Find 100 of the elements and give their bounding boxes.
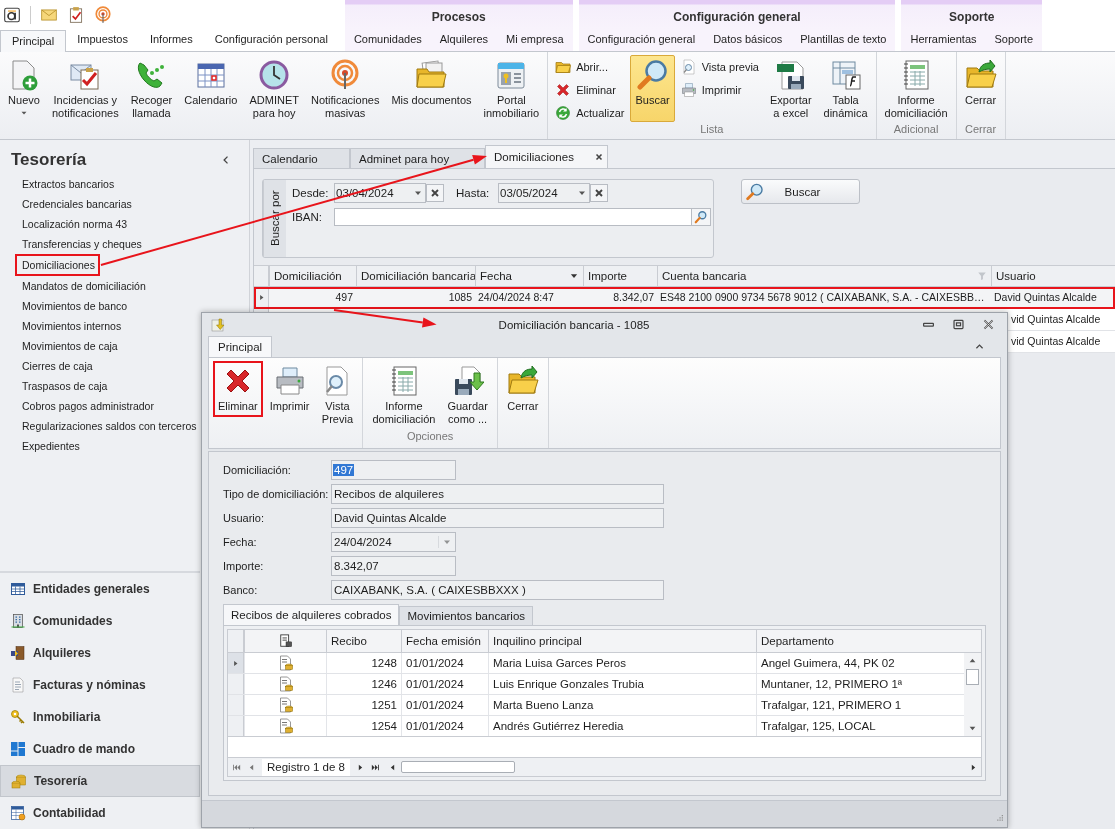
sidebar-item[interactable]: Cobros pagos administrador [15,396,159,416]
scroll-thumb[interactable] [966,669,979,685]
row-header[interactable] [254,287,269,308]
date-field[interactable]: 03/05/2024 [498,183,590,203]
ribbon-button[interactable]: Actualizar [551,103,629,123]
row-header[interactable] [228,653,244,673]
column-header[interactable]: Importe [583,266,657,286]
ribbon-button[interactable]: Buscar [630,55,675,122]
ribbon-tab[interactable]: Configuración general [578,29,705,51]
ribbon-button[interactable]: Exportar a excel [765,55,817,123]
nav-button[interactable]: Tesorería [0,765,200,797]
text-field[interactable]: 24/04/2024 [331,532,456,552]
last-record-icon[interactable] [371,762,380,772]
ribbon-button[interactable]: Calendario [179,55,243,122]
sidebar-item[interactable]: Domiciliaciones [15,254,100,276]
ribbon-button[interactable]: Tabla dinámica [818,55,873,123]
ribbon-button[interactable]: Incidencias y notificaciones [47,55,124,123]
nav-button[interactable]: Inmobiliaria [0,701,200,733]
ribbon-tab[interactable]: Comunidades [344,29,431,51]
sidebar-item[interactable]: Transferencias y cheques [15,234,147,254]
sidebar-item[interactable]: Extractos bancarios [15,174,120,194]
ribbon-button[interactable]: Cerrar [501,361,544,417]
maximize-icon[interactable] [952,318,965,331]
text-field[interactable]: 8.342,07 [331,556,456,576]
text-field[interactable]: Recibos de alquileres [331,484,664,504]
sidebar-item[interactable]: Cierres de caja [15,356,98,376]
ribbon-button[interactable]: Eliminar [551,80,629,100]
nav-button[interactable]: Cuadro de mando [0,733,200,765]
document-tab[interactable]: Domiciliaciones [485,145,608,168]
sidebar-item[interactable]: Movimientos internos [15,316,127,336]
ribbon-button[interactable]: Abrir... [551,57,629,77]
tab[interactable]: Movimientos bancarios [399,606,534,625]
clear-icon[interactable] [426,184,444,202]
text-field[interactable]: 497 [331,460,456,480]
scroll-thumb[interactable] [401,761,515,773]
ribbon-button[interactable]: Imprimir [264,361,315,417]
app-logo-icon[interactable] [3,5,21,24]
nav-button[interactable]: Alquileres [0,637,200,669]
ribbon-button[interactable]: Informe domiciliación [879,55,953,123]
clear-icon[interactable] [590,184,608,202]
ribbon-tab[interactable]: Principal [0,30,67,52]
sidebar-item[interactable]: Regularizaciones saldos con terceros [15,416,202,436]
sidebar-item[interactable]: Traspasos de caja [15,376,113,396]
clipboard-check-icon[interactable] [67,5,85,24]
ribbon-tab[interactable]: Herramientas [901,29,986,51]
search-button[interactable]: Buscar [741,179,860,204]
sidebar-item[interactable]: Movimientos de banco [15,296,133,316]
column-header[interactable]: Domiciliación bancaria [356,266,475,286]
column-header[interactable]: Departamento [756,630,981,652]
tab[interactable]: Recibos de alquileres cobrados [223,604,400,625]
previous-record-icon[interactable] [247,762,256,772]
iban-field[interactable] [334,208,711,226]
nav-button[interactable]: Facturas y nóminas [0,669,200,701]
sidebar-item[interactable]: Credenciales bancarias [15,194,137,214]
ribbon-button[interactable]: Informe domiciliación [367,361,441,430]
document-tab[interactable]: Adminet para hoy [350,148,485,168]
text-field[interactable]: CAIXABANK, S.A. ( CAIXESBBXXX ) [331,580,664,600]
ribbon-button[interactable]: Vista previa [676,57,763,77]
ribbon-button[interactable]: Guardar como ... [442,361,493,430]
document-tab[interactable]: Calendario [253,148,350,168]
ribbon-tab[interactable]: Datos básicos [704,29,792,51]
column-header[interactable]: Domiciliación [269,266,356,286]
ribbon-tab[interactable]: Configuración personal [203,29,339,51]
column-header[interactable]: Cuenta bancaria [657,266,991,286]
close-icon[interactable] [593,152,604,162]
sidebar-item[interactable]: Localización norma 43 [15,214,133,234]
ribbon-button[interactable]: Vista Previa [316,361,359,430]
sidebar-item[interactable]: Expedientes [15,436,85,456]
ribbon-tab[interactable]: Soporte [985,29,1043,51]
nav-button[interactable]: Entidades generales [0,573,200,605]
search-icon[interactable] [691,209,710,225]
ribbon-tab[interactable]: Informes [138,29,204,51]
column-header[interactable]: Fecha emisión [401,630,488,652]
ribbon-button[interactable]: Eliminar [213,361,263,417]
text-field[interactable]: David Quintas Alcalde [331,508,664,528]
ribbon-button[interactable]: Cerrar [959,55,1002,122]
column-header[interactable]: Inquilino principal [488,630,756,652]
next-record-icon[interactable] [356,762,365,772]
scrollbar[interactable] [964,653,981,736]
column-header[interactable]: Fecha [475,266,583,286]
nav-button[interactable]: Contabilidad [0,797,200,829]
broadcast-icon[interactable] [94,5,112,24]
nav-button[interactable]: Comunidades [0,605,200,637]
column-header[interactable]: Usuario [991,266,1115,286]
close-icon[interactable] [982,318,995,331]
sidebar-item[interactable]: Mandatos de domiciliación [15,276,151,296]
ribbon-tab[interactable]: Principal [208,336,273,357]
column-header[interactable]: Recibo [326,630,401,652]
ribbon-tab[interactable]: Plantillas de texto [791,29,896,51]
ribbon-button[interactable]: Notificaciones masivas [305,55,385,123]
ribbon-button[interactable]: ADMINET para hoy [244,55,304,123]
first-record-icon[interactable] [232,762,241,772]
ribbon-button[interactable]: Imprimir [676,80,763,100]
ribbon-button[interactable]: Portal inmobiliario [478,55,545,123]
ribbon-tab[interactable]: Mi empresa [497,29,573,51]
ribbon-tab[interactable]: Impuestos [66,29,139,51]
ribbon-button[interactable]: Recoger llamada [125,55,178,123]
ribbon-tab[interactable]: Alquileres [430,29,498,51]
ribbon-button[interactable]: Mis documentos [386,55,477,122]
ribbon-button[interactable]: Nuevo [3,55,45,122]
